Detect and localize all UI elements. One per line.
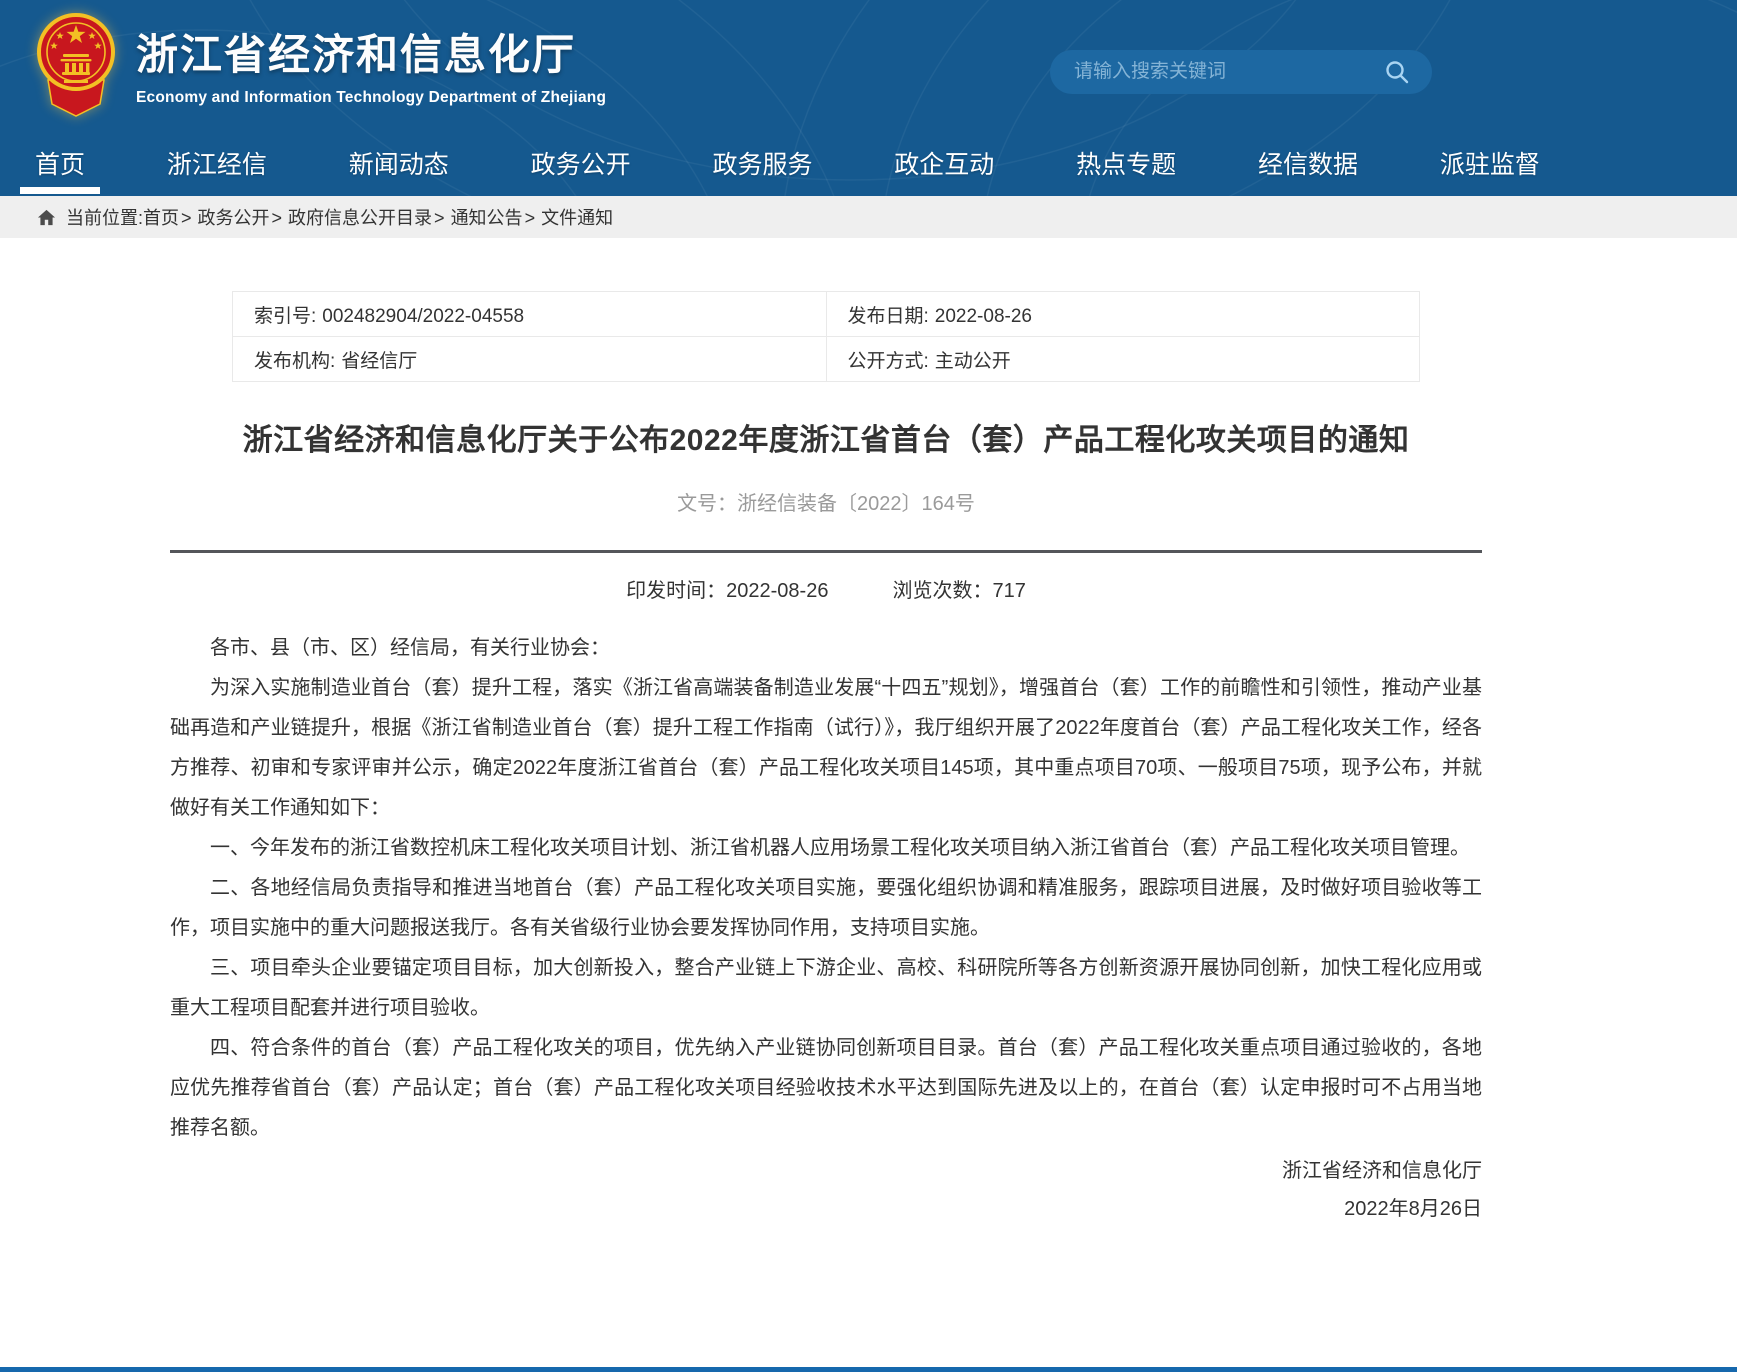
meta-label: 发布日期:	[848, 306, 929, 327]
meta-cell: 公开方式: 主动公开	[826, 337, 1420, 382]
view-count: 浏览次数：717	[892, 574, 1025, 603]
document-number: 文号：浙经信装备〔2022〕164号	[170, 487, 1482, 516]
meta-value: 002482904/2022-04558	[322, 306, 524, 327]
site-header: 浙江省经济和信息化厅 Economy and Information Techn…	[0, 0, 1737, 196]
breadcrumb-item[interactable]: 政务公开	[198, 208, 270, 228]
document-body: 各市、县（市、区）经信局，有关行业协会：为深入实施制造业首台（套）提升工程，落实…	[170, 628, 1482, 1148]
national-emblem-logo	[36, 10, 116, 122]
meta-value: 省经信厅	[341, 351, 417, 372]
breadcrumb-item[interactable]: 文件通知	[541, 208, 613, 228]
breadcrumb-separator: >	[525, 208, 536, 228]
breadcrumb-item[interactable]: 首页	[143, 208, 179, 228]
nav-item-政企互动[interactable]: 政企互动	[894, 130, 994, 196]
breadcrumb-item[interactable]: 政府信息公开目录	[288, 208, 432, 228]
nav-item-政务公开[interactable]: 政务公开	[531, 130, 631, 196]
body-paragraph: 为深入实施制造业首台（套）提升工程，落实《浙江省高端装备制造业发展“十四五”规划…	[170, 668, 1482, 828]
nav-item-经信数据[interactable]: 经信数据	[1258, 130, 1358, 196]
nav-item-新闻动态[interactable]: 新闻动态	[349, 130, 449, 196]
meta-cell: 索引号: 002482904/2022-04558	[233, 292, 827, 337]
footer-strip	[0, 1367, 1737, 1372]
document-number-label: 文号：	[677, 493, 737, 515]
article: 索引号:002482904/2022-04558发布日期:2022-08-26发…	[170, 291, 1482, 1228]
nav-item-派驻监督[interactable]: 派驻监督	[1440, 130, 1540, 196]
search-input[interactable]	[1074, 61, 1380, 83]
meta-label: 公开方式:	[848, 351, 929, 372]
breadcrumb: 当前位置: 首页>政务公开>政府信息公开目录>通知公告>文件通知	[0, 196, 1737, 238]
signature-date: 2022年8月26日	[170, 1190, 1482, 1228]
signature-block: 浙江省经济和信息化厅 2022年8月26日	[170, 1152, 1482, 1228]
body-paragraph: 二、各地经信局负责指导和推进当地首台（套）产品工程化攻关项目实施，要强化组织协调…	[170, 868, 1482, 948]
meta-table-row: 发布机构: 省经信厅 公开方式: 主动公开	[233, 337, 1420, 382]
breadcrumb-separator: >	[181, 208, 192, 228]
meta-cell: 发布机构: 省经信厅	[233, 337, 827, 382]
meta-label: 发布机构:	[254, 351, 335, 372]
publish-info-row: 印发时间：2022-08-26 浏览次数：717	[170, 574, 1482, 603]
search-icon	[1384, 59, 1410, 85]
nav-item-热点专题[interactable]: 热点专题	[1076, 130, 1176, 196]
title-divider	[170, 550, 1482, 553]
search-box	[1050, 50, 1432, 94]
print-date: 印发时间：2022-08-26	[626, 574, 828, 603]
site-subtitle: Economy and Information Technology Depar…	[136, 89, 606, 107]
document-title: 浙江省经济和信息化厅关于公布2022年度浙江省首台（套）产品工程化攻关项目的通知	[170, 415, 1482, 459]
breadcrumb-separator: >	[434, 208, 445, 228]
breadcrumb-prefix: 当前位置:	[66, 204, 143, 230]
signature-org: 浙江省经济和信息化厅	[170, 1152, 1482, 1190]
body-paragraph: 一、今年发布的浙江省数控机床工程化攻关项目计划、浙江省机器人应用场景工程化攻关项…	[170, 828, 1482, 868]
site-identity: 浙江省经济和信息化厅 Economy and Information Techn…	[136, 21, 606, 107]
header-top: 浙江省经济和信息化厅 Economy and Information Techn…	[0, 0, 1737, 128]
meta-label: 索引号:	[254, 306, 316, 327]
breadcrumb-item[interactable]: 通知公告	[451, 208, 523, 228]
body-paragraph: 四、符合条件的首台（套）产品工程化攻关的项目，优先纳入产业链协同创新项目目录。首…	[170, 1028, 1482, 1148]
nav-item-首页[interactable]: 首页	[35, 130, 85, 196]
body-paragraph: 三、项目牵头企业要锚定项目目标，加大创新投入，整合产业链上下游企业、高校、科研院…	[170, 948, 1482, 1028]
document-meta-table: 索引号:002482904/2022-04558发布日期:2022-08-26发…	[232, 291, 1420, 382]
nav-item-政务服务[interactable]: 政务服务	[712, 130, 812, 196]
main-nav: 首页 浙江经信 新闻动态 政务公开 政务服务 政企互动 热点专题 经信数据 派驻监督	[35, 130, 1540, 196]
meta-table-row: 索引号: 002482904/2022-04558 发布日期: 2022-08-26	[233, 292, 1420, 337]
site-title: 浙江省经济和信息化厅	[136, 21, 606, 82]
breadcrumb-trail: 首页>政务公开>政府信息公开目录>通知公告>文件通知	[143, 204, 613, 230]
document-number-value: 浙经信装备〔2022〕164号	[737, 493, 975, 515]
home-icon	[37, 208, 56, 227]
body-paragraph: 各市、县（市、区）经信局，有关行业协会：	[170, 628, 1482, 668]
breadcrumb-separator: >	[272, 208, 283, 228]
nav-item-浙江经信[interactable]: 浙江经信	[167, 130, 267, 196]
meta-value: 主动公开	[935, 351, 1011, 372]
search-button[interactable]	[1380, 55, 1414, 89]
meta-value: 2022-08-26	[935, 306, 1032, 327]
meta-cell: 发布日期: 2022-08-26	[826, 292, 1420, 337]
